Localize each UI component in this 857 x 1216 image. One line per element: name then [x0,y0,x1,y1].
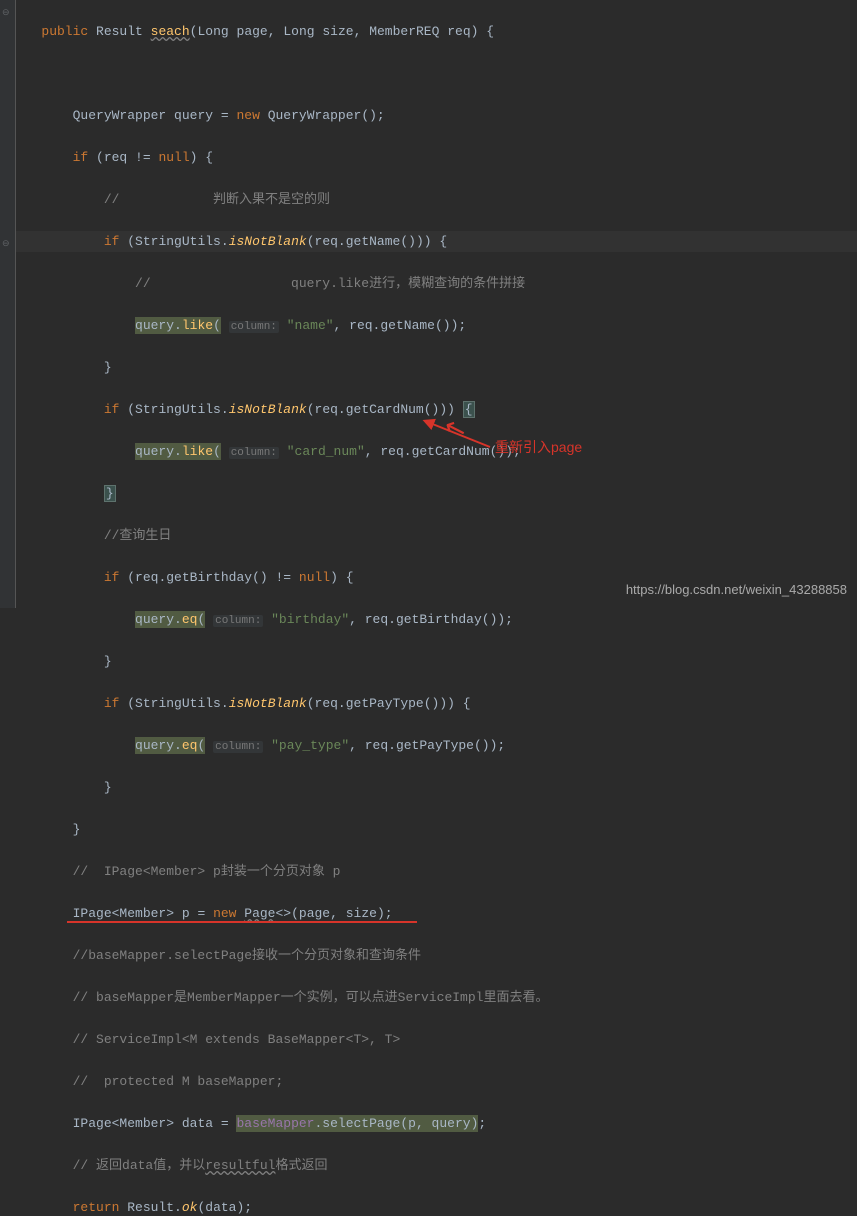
var: p [182,906,190,921]
arg: req.getPayType() [365,738,490,753]
comment: // ServiceImpl<M extends BaseMapper<T>, … [73,1032,401,1047]
arg: size [346,906,377,921]
keyword: null [158,150,189,165]
arg: req.getName() [315,234,416,249]
keyword: null [299,570,330,585]
keyword: if [104,570,120,585]
keyword: new [236,108,259,123]
comment: //查询生日 [104,528,172,543]
type: QueryWrapper [73,108,167,123]
arg: data [205,1200,236,1215]
keyword: if [104,696,120,711]
var: data [182,1116,213,1131]
class: StringUtils [135,234,221,249]
arg: req.getBirthday() [365,612,498,627]
comment: // protected M baseMapper; [73,1074,284,1089]
type: Result [96,24,143,39]
arg: req.getBirthday() [135,570,268,585]
arrow-icon [420,415,500,455]
param-type: Long [283,24,314,39]
string: "name" [287,318,334,333]
keyword: if [104,402,120,417]
method: isNotBlank [229,402,307,417]
fold-mark[interactable]: ⊖ [2,3,12,13]
keyword: if [104,234,120,249]
comment: // IPage<Member> p封装一个分页对象 p [73,864,341,879]
error-underline [67,921,417,923]
watermark: https://blog.csdn.net/weixin_43288858 [626,579,847,600]
comment: // 返回data值，并以 [73,1158,206,1173]
class: Result [127,1200,174,1215]
brace-match: } [104,485,116,502]
obj: query [135,612,174,627]
obj: query [135,738,174,753]
class: StringUtils [135,696,221,711]
annotation-text: 重新引入page [495,437,582,458]
type: IPage<Member> [73,906,174,921]
comment-typo: resultful [205,1158,275,1173]
code-editor[interactable]: public Result seach(Long page, Long size… [18,0,857,1216]
comment: 格式返回 [275,1158,327,1173]
keyword: new [213,906,236,921]
arg: page [299,906,330,921]
fold-mark[interactable]: ⊖ [2,234,12,244]
param-type: MemberREQ [369,24,439,39]
arg: query [432,1116,471,1131]
param-hint: column: [213,741,263,753]
class: StringUtils [135,402,221,417]
string: "birthday" [271,612,349,627]
param-hint: column: [229,447,279,459]
constructor: QueryWrapper [268,108,362,123]
var: query [174,108,213,123]
arg: req.getPayType() [315,696,440,711]
param: page [237,24,268,39]
method: eq [182,612,198,627]
comment: // 判断入果不是空的则 [104,192,330,207]
string: "pay_type" [271,738,349,753]
method: isNotBlank [229,696,307,711]
keyword: public [41,24,88,39]
method: like [182,318,213,333]
arg: req.getName() [349,318,450,333]
type: IPage<Member> [73,1116,174,1131]
field: baseMapper [236,1116,314,1131]
keyword: return [73,1200,120,1215]
constructor: Page [244,906,275,921]
param-type: Long [197,24,228,39]
var: req [104,150,127,165]
string: "card_num" [287,444,365,459]
param-hint: column: [229,321,279,333]
param: size [322,24,353,39]
method-name: seach [151,24,190,39]
keyword: if [73,150,89,165]
param: req [447,24,470,39]
method: eq [182,738,198,753]
method: like [182,444,213,459]
comment: //baseMapper.selectPage接收一个分页对象和查询条件 [73,948,421,963]
method: selectPage [322,1116,400,1131]
comment: // query.like进行，模糊查询的条件拼接 [135,276,525,291]
method: isNotBlank [229,234,307,249]
gutter: ⊖ ⊖ [0,0,16,608]
param-hint: column: [213,615,263,627]
arg: p [408,1116,416,1131]
method: ok [182,1200,198,1215]
comment: // baseMapper是MemberMapper一个实例，可以点进Servi… [73,990,549,1005]
obj: query [135,318,174,333]
obj: query [135,444,174,459]
